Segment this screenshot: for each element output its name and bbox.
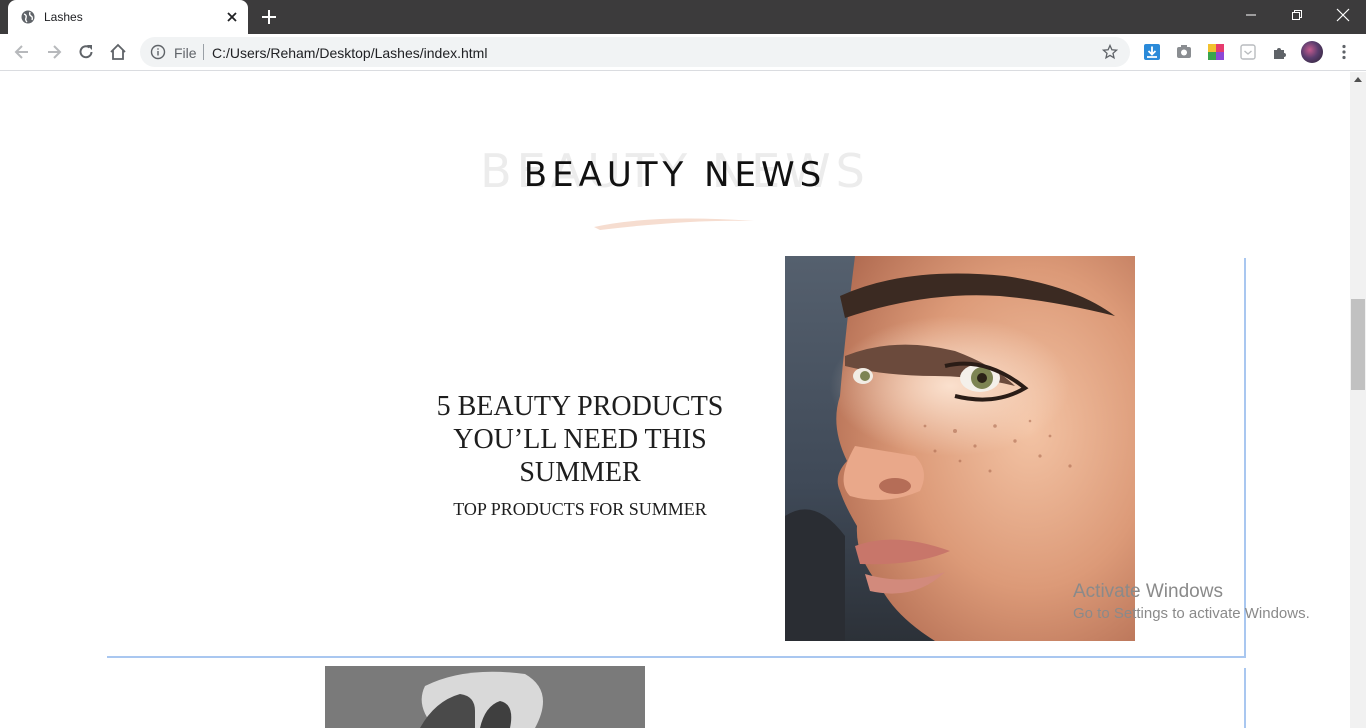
color-palette-extension-icon[interactable] [1207, 43, 1225, 61]
browser-tab[interactable]: Lashes [8, 0, 248, 34]
section-heading: BEAUTY NEWS [523, 155, 827, 195]
close-window-button[interactable] [1320, 0, 1366, 30]
new-tab-icon[interactable] [259, 7, 279, 27]
address-bar[interactable]: File C:/Users/Reham/Desktop/Lashes/index… [140, 37, 1130, 67]
browser-toolbar: File C:/Users/Reham/Desktop/Lashes/index… [0, 34, 1366, 71]
star-icon[interactable] [1102, 44, 1118, 60]
puzzle-icon[interactable] [1271, 43, 1289, 61]
restore-button[interactable] [1274, 0, 1320, 30]
pocket-extension-icon[interactable] [1239, 43, 1257, 61]
article-title[interactable]: 5 BEAUTY PRODUCTS YOU’LL NEED THIS SUMME… [400, 390, 760, 489]
back-arrow-icon[interactable] [12, 42, 32, 62]
second-article-photo[interactable] [325, 666, 645, 728]
camera-extension-icon[interactable] [1175, 43, 1193, 61]
brush-stroke-decoration [594, 218, 754, 230]
minimize-icon [1246, 14, 1256, 16]
omnibox-separator [203, 44, 204, 60]
reload-icon[interactable] [76, 42, 96, 62]
hands-towel-image [325, 666, 645, 728]
article-subtitle: TOP PRODUCTS FOR SUMMER [453, 499, 707, 519]
home-icon[interactable] [108, 42, 128, 62]
globe-icon [21, 10, 35, 24]
window-title-bar: Lashes [0, 0, 1366, 34]
download-extension-icon[interactable] [1143, 43, 1161, 61]
restore-icon [1292, 10, 1302, 20]
activate-windows-subtitle: Go to Settings to activate Windows. [1073, 605, 1310, 622]
scheme-label: File [174, 45, 197, 61]
info-icon[interactable] [150, 44, 166, 60]
close-icon [1336, 8, 1350, 22]
activate-windows-watermark: Activate Windows Go to Settings to activ… [1073, 580, 1310, 624]
profile-avatar[interactable] [1301, 41, 1323, 63]
minimize-button[interactable] [1228, 0, 1274, 30]
close-tab-icon[interactable] [224, 9, 240, 25]
tab-title: Lashes [44, 10, 83, 24]
scroll-up-arrow-icon[interactable] [1354, 76, 1362, 82]
activate-windows-title: Activate Windows [1073, 581, 1223, 602]
vertical-scrollbar[interactable] [1350, 72, 1366, 728]
next-card-border [1244, 668, 1246, 728]
kebab-menu-icon[interactable] [1335, 43, 1353, 61]
web-page: BEAUTY NEWS BEAUTY NEWS 5 BEAUTY PRODUCT… [0, 72, 1350, 728]
forward-arrow-icon[interactable] [44, 42, 64, 62]
url-text[interactable]: C:/Users/Reham/Desktop/Lashes/index.html [212, 45, 487, 61]
scrollbar-thumb[interactable] [1351, 299, 1365, 390]
